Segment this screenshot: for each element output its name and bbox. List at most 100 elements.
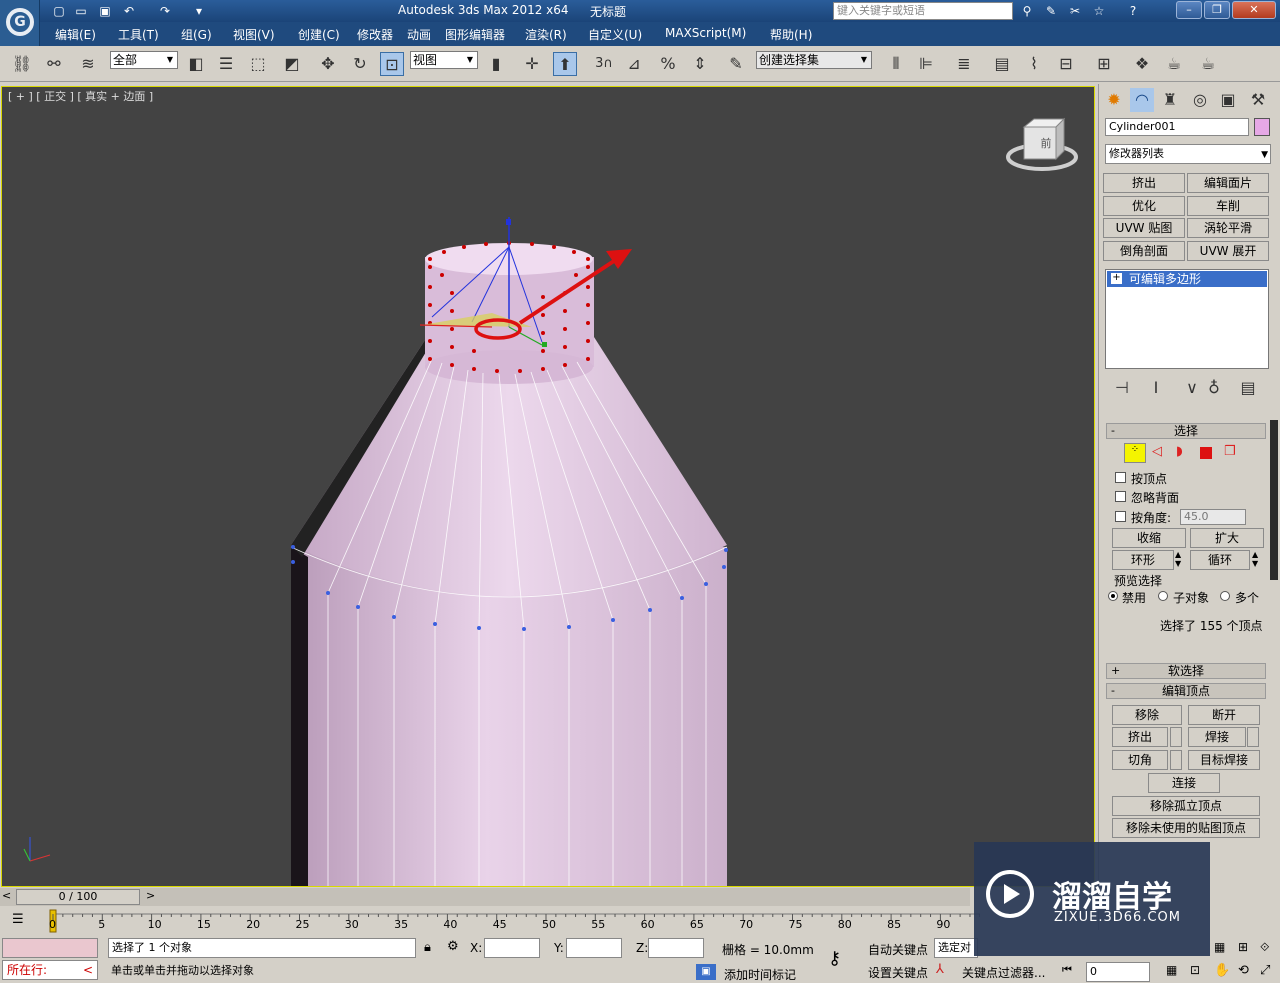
menu-create[interactable]: 创建(C) [298,26,340,43]
binoculars-icon[interactable]: ⚲ [1018,3,1036,19]
edge-mode-icon[interactable]: ◁ [1152,444,1162,459]
configure-sets-icon[interactable]: ▤ [1236,376,1260,400]
restore-button[interactable]: ❐ [1204,1,1230,19]
lock-icon[interactable]: 🔒︎ [424,940,431,955]
motion-tab-icon[interactable]: ◎ [1188,88,1212,112]
select-object-icon[interactable]: ◧ [184,52,208,76]
auto-key-button[interactable]: 自动关键点 [868,941,928,958]
modifier-button-edit-patch[interactable]: 编辑面片 [1187,173,1269,193]
menu-maxscript[interactable]: MAXScript(M) [665,26,746,40]
display-tab-icon[interactable]: ▣ [1216,88,1240,112]
menu-modifiers[interactable]: 修改器 [357,26,393,43]
key-filters-button[interactable]: 关键点过滤器... [962,964,1045,981]
hierarchy-tab-icon[interactable]: ♜ [1158,88,1182,112]
pin-stack-icon[interactable]: ⊣ [1110,376,1134,400]
menu-animation[interactable]: 动画 [407,26,431,43]
select-by-name-icon[interactable]: ☰ [214,52,238,76]
edit-vertices-rollout-header[interactable]: - 编辑顶点 [1106,683,1266,699]
modifier-stack[interactable]: + 可编辑多边形 [1105,269,1269,369]
menu-edit[interactable]: 编辑(E) [55,26,96,43]
modifier-button-uvw-map[interactable]: UVW 贴图 [1103,218,1185,238]
element-mode-icon[interactable]: ❒ [1224,444,1236,459]
named-selection-select[interactable]: 创建选择集 ▼ [756,51,872,69]
unlink-icon[interactable]: ⚯ [42,52,66,76]
chamfer-settings-button[interactable] [1170,750,1182,770]
vertex-mode-icon[interactable]: ⁘ [1124,443,1146,463]
time-next-icon[interactable]: > [146,889,155,902]
key-mode-icon[interactable]: ⅄ [936,962,944,977]
remove-vertex-button[interactable]: 移除 [1112,705,1182,725]
pan-view-icon[interactable]: ✋ [1214,963,1230,978]
target-weld-button[interactable]: 目标焊接 [1188,750,1260,770]
modifier-list-select[interactable]: 修改器列表 ▼ [1105,144,1271,164]
menu-graph-editors[interactable]: 图形编辑器 [445,26,505,43]
field-of-view-icon[interactable]: ⟐ [1260,940,1269,955]
curve-editor-icon[interactable]: ⌇ [1022,52,1046,76]
modifier-button-lathe[interactable]: 车削 [1187,196,1269,216]
rect-selection-icon[interactable]: ⬚ [246,52,270,76]
rotate-icon[interactable]: ↻ [348,52,372,76]
viewport-label[interactable]: [ + ] [ 正交 ] [ 真实 + 边面 ] [8,88,153,104]
align-icon[interactable]: ⊫ [914,52,938,76]
modifier-button-turbosmooth[interactable]: 涡轮平滑 [1187,218,1269,238]
by-vertex-checkbox[interactable] [1115,472,1126,483]
by-angle-checkbox[interactable] [1115,511,1126,522]
loop-button[interactable]: 循环 [1190,550,1250,570]
extrude-vertex-button[interactable]: 挤出 [1112,727,1168,747]
expand-icon[interactable]: + [1111,273,1122,284]
ring-spinner-icon[interactable]: ▲ ▼ [1175,550,1181,568]
quick-access-menu-icon[interactable]: ▾ [190,3,208,19]
mirror-icon[interactable]: ⫴ [884,52,908,76]
connect-button[interactable]: 连接 [1148,773,1220,793]
bind-space-warp-icon[interactable]: ≋ [76,52,100,76]
ring-button[interactable]: 环形 [1112,550,1174,570]
chamfer-vertex-button[interactable]: 切角 [1112,750,1168,770]
schematic-view-icon[interactable]: ⊟ [1054,52,1078,76]
weld-settings-button[interactable] [1247,727,1259,747]
save-icon[interactable]: ▣ [96,3,114,19]
preview-disabled-radio[interactable] [1108,591,1118,601]
graphite-tools-icon[interactable]: ▤ [990,52,1014,76]
snaps-toggle-icon[interactable]: 3∩ [592,52,616,76]
time-config-icon[interactable]: ▦ [1166,963,1177,977]
percent-snap-icon[interactable]: % [656,52,680,76]
maxscript-listener-mini[interactable] [2,938,98,958]
object-color-swatch[interactable] [1254,118,1270,136]
time-prev-icon[interactable]: < [2,889,11,902]
menu-rendering[interactable]: 渲染(R) [525,26,567,43]
menu-views[interactable]: 视图(V) [233,26,275,43]
absolute-mode-icon[interactable]: ⚙ [447,939,459,954]
modifier-button-optimize[interactable]: 优化 [1103,196,1185,216]
selection-filter-select[interactable]: 全部 ▼ [110,51,178,69]
modify-tab-icon[interactable]: ◠ [1130,88,1154,112]
weld-vertex-button[interactable]: 焊接 [1188,727,1246,747]
add-time-tag-label[interactable]: 添加时间标记 [724,966,796,983]
zoom-all-icon[interactable]: ▦ [1214,940,1225,954]
scale-icon[interactable]: ⊡ [380,52,404,76]
track-bar[interactable]: ☰ 0 5 10 15 20 25 30 35 40 45 50 55 60 65 70 75 80 85 90 [0,906,980,936]
favorites-icon[interactable]: ☆ [1090,3,1108,19]
z-coord-field[interactable] [648,938,704,958]
shrink-button[interactable]: 收缩 [1112,528,1186,548]
current-frame-field[interactable]: 0 [1086,962,1150,982]
grow-button[interactable]: 扩大 [1190,528,1264,548]
material-editor-icon[interactable]: ⊞ [1092,52,1116,76]
key-filter-select[interactable]: 选定对 [934,938,978,958]
remove-modifier-icon[interactable]: ♁ [1202,376,1226,400]
new-file-icon[interactable]: ▢ [50,3,68,19]
menu-help[interactable]: 帮助(H) [770,26,812,43]
create-tab-icon[interactable]: ✹ [1102,88,1126,112]
break-vertex-button[interactable]: 断开 [1188,705,1260,725]
rendered-frame-icon[interactable]: ☕ [1162,52,1186,76]
time-slider[interactable]: < 0 / 100 > [0,888,970,906]
menu-tools[interactable]: 工具(T) [118,26,159,43]
angle-value-field[interactable]: 45.0 [1180,509,1246,525]
pivot-center-icon[interactable]: ▮ [484,52,508,76]
angle-snap-icon[interactable]: ⊿ [622,52,646,76]
search-input[interactable]: 键入关键字或短语 [833,2,1013,20]
viewcube-face-label[interactable]: 前 [1032,135,1060,151]
command-panel-scrollbar[interactable] [1270,420,1278,580]
soft-selection-rollout-header[interactable]: + 软选择 [1106,663,1266,679]
keyboard-shortcut-override-icon[interactable]: ⬆ [553,52,577,76]
time-slider-thumb[interactable]: 0 / 100 [16,889,140,905]
